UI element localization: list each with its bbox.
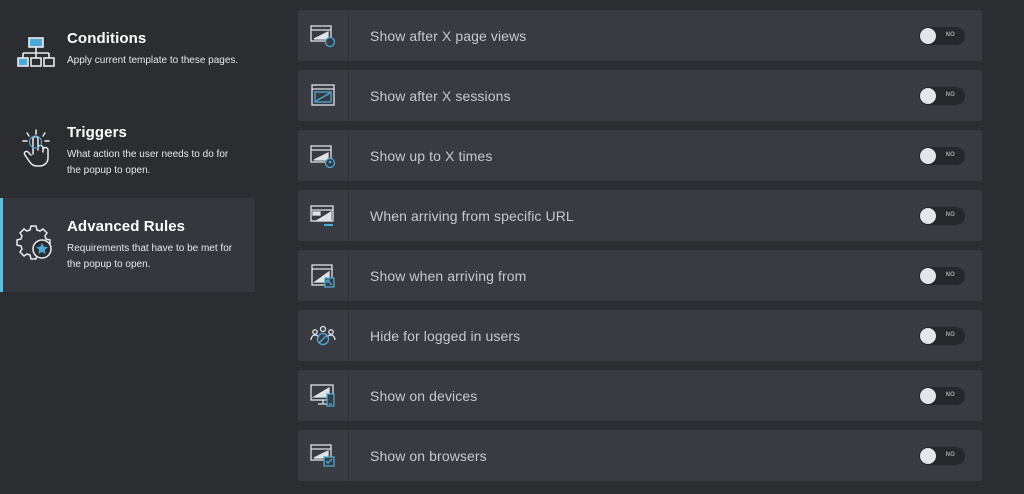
rule-toggle[interactable]: NO xyxy=(919,326,965,345)
rule-toggle[interactable]: NO xyxy=(919,266,965,285)
rule-label: Show after X page views xyxy=(370,27,527,44)
rule-toggle[interactable]: NO xyxy=(919,26,965,45)
sidebar-item-advanced-rules[interactable]: Advanced Rules Requirements that have to… xyxy=(0,198,255,292)
times-icon xyxy=(298,130,349,181)
browsers-icon xyxy=(298,430,349,481)
rule-label: When arriving from specific URL xyxy=(370,207,574,224)
toggle-state-label: NO xyxy=(945,271,955,278)
sitemap-icon xyxy=(16,34,56,74)
toggle-state-label: NO xyxy=(945,391,955,398)
toggle-knob xyxy=(920,147,936,164)
rule-toggle[interactable]: NO xyxy=(919,86,965,105)
toggle-state-label: NO xyxy=(945,91,955,98)
toggle-knob xyxy=(920,267,936,284)
rule-label: Show up to X times xyxy=(370,147,493,164)
sidebar: Conditions Apply current template to the… xyxy=(0,10,255,292)
url-icon xyxy=(298,190,349,241)
sessions-icon xyxy=(298,70,349,121)
advanced-rules-list: Show after X page views NO Show after X … xyxy=(298,10,982,490)
rule-row-page-views: Show after X page views NO xyxy=(298,10,982,61)
rule-label: Hide for logged in users xyxy=(370,327,521,344)
rule-row-times: Show up to X times NO xyxy=(298,130,982,181)
sidebar-item-conditions[interactable]: Conditions Apply current template to the… xyxy=(0,10,255,104)
toggle-knob xyxy=(920,87,936,104)
sidebar-item-description: Requirements that have to be met for the… xyxy=(67,243,233,270)
rule-row-browsers: Show on browsers NO xyxy=(298,430,982,481)
rule-toggle[interactable]: NO xyxy=(919,446,965,465)
toggle-knob xyxy=(920,207,936,224)
rule-label: Show on devices xyxy=(370,387,478,404)
tap-hand-icon xyxy=(16,128,56,168)
rule-label: Show after X sessions xyxy=(370,87,511,104)
sidebar-item-title: Conditions xyxy=(67,30,147,47)
toggle-knob xyxy=(920,27,936,44)
toggle-state-label: NO xyxy=(945,451,955,458)
toggle-state-label: NO xyxy=(945,31,955,38)
popup-settings-panel: Conditions Apply current template to the… xyxy=(0,0,1024,494)
gear-star-icon xyxy=(16,222,56,262)
toggle-knob xyxy=(920,447,936,464)
toggle-state-label: NO xyxy=(945,211,955,218)
users-icon xyxy=(298,310,349,361)
rule-label: Show when arriving from xyxy=(370,267,527,284)
arriving-from-icon xyxy=(298,250,349,301)
toggle-state-label: NO xyxy=(945,331,955,338)
devices-icon xyxy=(298,370,349,421)
sidebar-item-description: What action the user needs to do for the… xyxy=(67,149,229,176)
toggle-knob xyxy=(920,387,936,404)
rule-toggle[interactable]: NO xyxy=(919,146,965,165)
rule-toggle[interactable]: NO xyxy=(919,206,965,225)
rule-row-arriving-from: Show when arriving from NO xyxy=(298,250,982,301)
rule-label: Show on browsers xyxy=(370,447,487,464)
rule-row-specific-url: When arriving from specific URL NO xyxy=(298,190,982,241)
rule-toggle[interactable]: NO xyxy=(919,386,965,405)
rule-row-logged-in-users: Hide for logged in users NO xyxy=(298,310,982,361)
page-views-icon xyxy=(298,10,349,61)
rule-row-devices: Show on devices NO xyxy=(298,370,982,421)
sidebar-item-title: Advanced Rules xyxy=(67,218,186,235)
sidebar-item-description: Apply current template to these pages. xyxy=(67,55,239,66)
sidebar-item-title: Triggers xyxy=(67,124,127,141)
rule-row-sessions: Show after X sessions NO xyxy=(298,70,982,121)
toggle-state-label: NO xyxy=(945,151,955,158)
sidebar-item-triggers[interactable]: Triggers What action the user needs to d… xyxy=(0,104,255,198)
toggle-knob xyxy=(920,327,936,344)
